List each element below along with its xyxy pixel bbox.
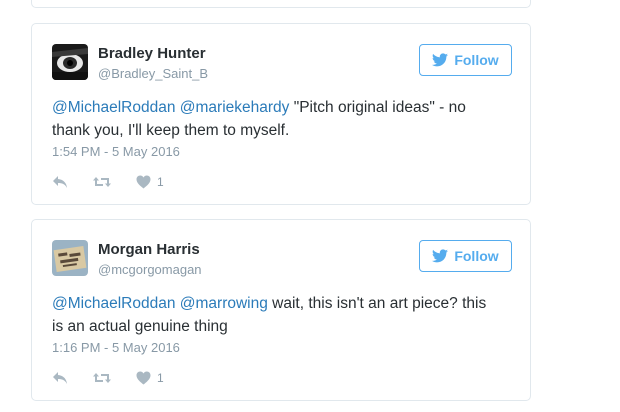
mention-link[interactable]: @marrowing <box>180 295 268 312</box>
tweet-text-line1: wait, this isn't an art piece? this <box>267 295 487 312</box>
user-name[interactable]: Morgan Harris <box>98 241 200 258</box>
follow-label: Follow <box>454 52 499 68</box>
reply-icon <box>53 372 67 384</box>
tweet-actions: 1 <box>52 174 164 190</box>
like-count: 1 <box>157 371 164 385</box>
timestamp[interactable]: 1:54 PM - 5 May 2016 <box>52 144 180 159</box>
twitter-bird-icon <box>432 53 449 67</box>
follow-label: Follow <box>454 248 499 264</box>
twitter-bird-icon <box>432 249 449 263</box>
heart-icon <box>136 371 151 385</box>
like-count: 1 <box>157 175 164 189</box>
like-button[interactable]: 1 <box>136 175 164 189</box>
tweet-text-line1: "Pitch original ideas" - no <box>289 99 466 116</box>
user-name[interactable]: Bradley Hunter <box>98 45 206 62</box>
timestamp[interactable]: 1:16 PM - 5 May 2016 <box>52 340 180 355</box>
mention-link[interactable]: @MichaelRoddan <box>52 99 175 116</box>
reply-icon <box>53 176 67 188</box>
reply-button[interactable] <box>52 371 68 385</box>
user-handle[interactable]: @mcgorgomagan <box>98 262 202 277</box>
tweet-card: Bradley Hunter @Bradley_Saint_B Follow @… <box>31 23 531 205</box>
retweet-icon <box>93 373 111 383</box>
previous-tweet-card <box>31 0 531 8</box>
like-button[interactable]: 1 <box>136 371 164 385</box>
tweet-card: Morgan Harris @mcgorgomagan Follow @Mich… <box>31 219 531 401</box>
tweet-actions: 1 <box>52 370 164 386</box>
follow-button[interactable]: Follow <box>419 240 512 272</box>
mention-link[interactable]: @MichaelRoddan <box>52 295 175 312</box>
tweet-text: @MichaelRoddan @mariekehardy "Pitch orig… <box>52 96 497 142</box>
mention-link[interactable]: @mariekehardy <box>180 99 290 116</box>
avatar[interactable] <box>52 44 88 80</box>
user-handle[interactable]: @Bradley_Saint_B <box>98 66 208 81</box>
follow-button[interactable]: Follow <box>419 44 512 76</box>
avatar[interactable] <box>52 240 88 276</box>
retweet-icon <box>93 177 111 187</box>
tweet-text: @MichaelRoddan @marrowing wait, this isn… <box>52 292 497 338</box>
heart-icon <box>136 175 151 189</box>
tweet-text-line2: thank you, I'll keep them to myself. <box>52 122 290 139</box>
retweet-button[interactable] <box>92 371 112 385</box>
reply-button[interactable] <box>52 175 68 189</box>
tweet-text-line2: is an actual genuine thing <box>52 318 228 335</box>
retweet-button[interactable] <box>92 175 112 189</box>
